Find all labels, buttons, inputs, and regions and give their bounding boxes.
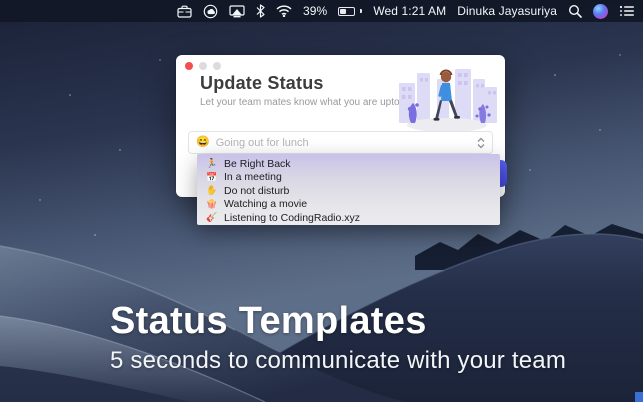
menu-bar-clock[interactable]: Wed 1:21 AM <box>373 0 446 22</box>
walking-person-illustration <box>399 69 497 132</box>
window-controls <box>185 62 221 70</box>
notification-list-icon[interactable] <box>619 0 635 22</box>
window-title: Update Status <box>200 73 324 93</box>
close-window-button[interactable] <box>185 62 193 70</box>
zoom-window-button[interactable] <box>213 62 221 70</box>
dropdown-item-watching-a-movie[interactable]: 🍿 Watching a movie <box>197 198 500 212</box>
dropdown-item-in-a-meeting[interactable]: 📅 In a meeting <box>197 171 500 185</box>
minimize-window-button[interactable] <box>199 62 207 70</box>
status-template-dropdown: 🏃 Be Right Back 📅 In a meeting ✋ Do not … <box>197 154 500 225</box>
hero-text: Status Templates 5 seconds to communicat… <box>110 300 566 375</box>
creative-cloud-icon[interactable] <box>203 0 218 22</box>
window-subtitle: Let your team mates know what you are up… <box>200 97 400 108</box>
dropdown-item-listening-to-radio[interactable]: 🎸 Listening to CodingRadio.xyz <box>197 211 500 225</box>
dropdown-item-do-not-disturb[interactable]: ✋ Do not disturb <box>197 184 500 198</box>
display-mirroring-icon[interactable] <box>229 0 245 22</box>
status-input[interactable]: 😄 Going out for lunch <box>188 131 493 154</box>
hand-emoji-icon: ✋ <box>206 185 218 196</box>
popcorn-emoji-icon: 🍿 <box>206 198 218 209</box>
battery-icon[interactable] <box>338 0 363 22</box>
wifi-icon[interactable] <box>276 0 292 22</box>
dropdown-stepper-icon[interactable] <box>477 137 485 149</box>
search-icon[interactable] <box>568 0 582 22</box>
battery-percent: 39% <box>303 4 328 18</box>
calendar-emoji-icon: 📅 <box>206 171 218 182</box>
status-emoji-icon: 😄 <box>196 136 210 148</box>
desktop: 39% Wed 1:21 AM Dinuka Jayasuriya Update… <box>0 0 643 402</box>
corner-blue-chip <box>635 392 643 402</box>
siri-icon[interactable] <box>593 0 608 22</box>
menu-bar: 39% Wed 1:21 AM Dinuka Jayasuriya <box>0 0 643 22</box>
briefcase-icon[interactable] <box>177 0 192 22</box>
status-input-placeholder: Going out for lunch <box>215 136 309 149</box>
dropdown-item-be-right-back[interactable]: 🏃 Be Right Back <box>197 157 500 171</box>
guitar-emoji-icon: 🎸 <box>206 212 218 223</box>
runner-emoji-icon: 🏃 <box>206 158 218 169</box>
hero-title: Status Templates <box>110 300 427 342</box>
bluetooth-icon[interactable] <box>256 0 265 22</box>
hero-subtitle: 5 seconds to communicate with your team <box>110 347 567 374</box>
menu-bar-user-name[interactable]: Dinuka Jayasuriya <box>457 0 557 22</box>
